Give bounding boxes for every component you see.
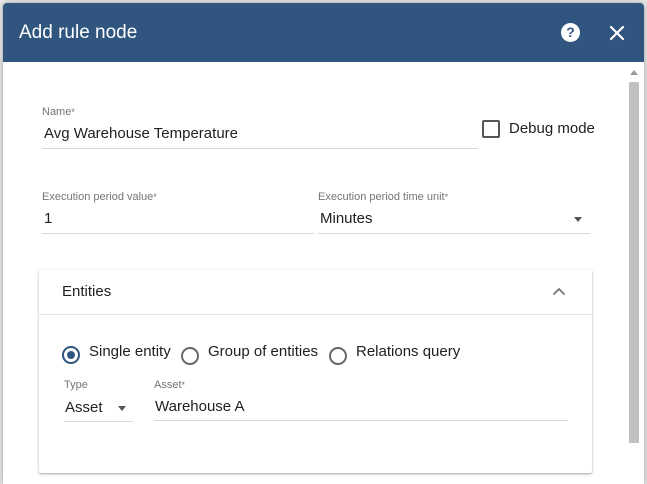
radio-group-of-entities-label[interactable]: Group of entities bbox=[208, 343, 318, 361]
debug-mode-label[interactable]: Debug mode bbox=[509, 120, 595, 138]
radio-single-entity[interactable] bbox=[62, 346, 80, 364]
execution-period-time-unit-underline bbox=[318, 233, 590, 234]
name-input[interactable]: Avg Warehouse Temperature bbox=[44, 125, 238, 143]
asset-input[interactable]: Warehouse A bbox=[155, 398, 245, 416]
execution-period-time-unit-select[interactable]: Minutes bbox=[320, 210, 373, 228]
panel-divider bbox=[39, 314, 592, 315]
entities-panel-title: Entities bbox=[62, 283, 112, 300]
dialog-header: Add rule node ? bbox=[3, 3, 644, 62]
debug-mode-checkbox[interactable] bbox=[482, 120, 500, 138]
scrollbar-thumb[interactable] bbox=[629, 82, 639, 443]
type-label: Type bbox=[64, 379, 88, 391]
radio-relations-query-label[interactable]: Relations query bbox=[356, 343, 460, 361]
name-underline bbox=[42, 148, 478, 149]
dialog-title: Add rule node bbox=[19, 22, 138, 43]
add-rule-node-dialog: Add rule node ? Name* Avg Warehouse Temp… bbox=[3, 3, 644, 484]
name-label: Name* bbox=[42, 106, 75, 118]
execution-period-value-underline bbox=[42, 233, 314, 234]
asset-underline bbox=[154, 420, 568, 421]
close-icon[interactable] bbox=[607, 23, 627, 43]
radio-group-of-entities[interactable] bbox=[181, 347, 199, 365]
entities-panel: Entities Single entity Group of entities… bbox=[39, 270, 592, 473]
chevron-up-icon[interactable] bbox=[551, 284, 567, 300]
dialog-content[interactable]: Name* Avg Warehouse Temperature Debug mo… bbox=[3, 62, 644, 484]
chevron-down-icon[interactable] bbox=[118, 406, 126, 411]
type-select[interactable]: Asset bbox=[65, 399, 103, 417]
entities-panel-header[interactable]: Entities bbox=[39, 270, 592, 314]
execution-period-value-input[interactable]: 1 bbox=[44, 210, 52, 228]
execution-period-value-label: Execution period value* bbox=[42, 191, 157, 203]
type-underline bbox=[64, 421, 133, 422]
scrollbar[interactable] bbox=[628, 68, 640, 484]
radio-relations-query[interactable] bbox=[329, 347, 347, 365]
execution-period-time-unit-label: Execution period time unit* bbox=[318, 191, 449, 203]
scroll-up-arrow-icon[interactable] bbox=[630, 70, 638, 75]
chevron-down-icon[interactable] bbox=[574, 217, 582, 222]
help-icon[interactable]: ? bbox=[561, 23, 580, 42]
asset-label: Asset* bbox=[154, 379, 186, 391]
radio-single-entity-label[interactable]: Single entity bbox=[89, 343, 171, 361]
